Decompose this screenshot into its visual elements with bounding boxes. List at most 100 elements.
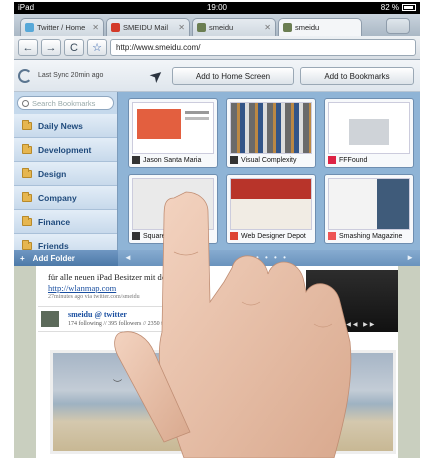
page-dots: • • • • (256, 253, 288, 262)
plus-icon: + (20, 253, 25, 263)
profile-name[interactable]: smeidu @ twitter (68, 310, 127, 319)
bookmark-preview (230, 178, 312, 230)
bird-icon: ︶ (113, 379, 123, 389)
bookmark-title: FFFound (339, 156, 368, 164)
tab-smeidu-active[interactable]: smeidu (278, 18, 362, 36)
bookmark-title: Squaresp (143, 232, 173, 240)
bookmark-preview (132, 178, 214, 230)
bookmark-grid: Jason Santa Maria Visual Complexity FFFo… (126, 98, 418, 248)
bookmark-preview (328, 102, 410, 154)
bookmark-title: Web Designer Depot (241, 232, 306, 240)
site-favicon-icon (230, 232, 238, 240)
video-player[interactable]: ▶ ◀◀ ▶▶ (306, 270, 398, 332)
bookmark-preview (230, 102, 312, 154)
bookmark-visual-complexity[interactable]: Visual Complexity (226, 98, 316, 168)
add-to-home-screen-button[interactable]: Add to Home Screen (172, 67, 294, 85)
navigation-bar: ← → C ☆ http://www.smeidu.com/ (14, 36, 420, 60)
forward-button[interactable]: → (41, 39, 61, 56)
back-button[interactable]: ← (18, 39, 38, 56)
bookmark-caption: Squaresp (132, 231, 215, 241)
close-icon[interactable]: ✕ (92, 23, 99, 32)
bookmark-web-designer-depot[interactable]: Web Designer Depot (226, 174, 316, 244)
webpage-background: für alle neuen iPad Besitzer mit der htt… (14, 266, 420, 458)
bookmark-preview (132, 102, 214, 154)
folder-icon (22, 215, 32, 226)
tab-mail[interactable]: SMEIDU Mail ✕ (106, 18, 190, 36)
search-placeholder: Search Bookmarks (32, 98, 96, 108)
tab-smeidu[interactable]: smeidu ✕ (192, 18, 276, 36)
tweet-link[interactable]: http://wlanmap.com (48, 283, 116, 293)
folder-icon (22, 167, 32, 178)
close-icon[interactable]: ✕ (264, 23, 271, 32)
bookmark-smashing-magazine[interactable]: Smashing Magazine (324, 174, 414, 244)
next-page-icon[interactable]: ► (406, 253, 414, 262)
bookmark-title: Visual Complexity (241, 156, 297, 164)
arrow-icon: ➤ (146, 65, 168, 88)
bookmark-title: Jason Santa Maria (143, 156, 202, 164)
bookmark-ffffound[interactable]: FFFound (324, 98, 414, 168)
site-favicon-icon (328, 156, 336, 164)
site-favicon-icon (230, 156, 238, 164)
folder-finance[interactable]: Finance (14, 210, 117, 234)
tab-strip: Twitter / Home ✕ SMEIDU Mail ✕ smeidu ✕ … (14, 14, 420, 36)
bookmark-caption: FFFound (328, 155, 411, 165)
new-tab-button[interactable] (386, 18, 410, 34)
reload-button[interactable]: C (64, 39, 84, 56)
site-favicon-icon (132, 156, 140, 164)
sync-bar: Last Sync 20min ago ➤ Add to Home Screen… (14, 60, 420, 92)
ipad-screen: iPad 19:00 82 % Twitter / Home ✕ SMEIDU … (14, 2, 420, 458)
video-controls-icon[interactable]: ▶ ◀◀ ▶▶ (336, 321, 376, 328)
beach-photo: ︶ (50, 350, 396, 454)
folder-icon (22, 119, 32, 130)
tab-label: smeidu (295, 23, 320, 32)
bookmark-caption: Web Designer Depot (230, 231, 313, 241)
folder-development[interactable]: Development (14, 138, 117, 162)
bookmark-title: Smashing Magazine (339, 232, 403, 240)
folder-label: Development (38, 144, 92, 155)
bookmark-caption: Jason Santa Maria (132, 155, 215, 165)
folder-sidebar: Search Bookmarks Daily News Development … (14, 92, 118, 266)
bookmark-caption: Visual Complexity (230, 155, 313, 165)
battery-percent: 82 % (380, 3, 399, 12)
tweet-text: für alle neuen iPad Besitzer mit der (48, 272, 169, 282)
close-icon[interactable]: ✕ (178, 23, 185, 32)
add-to-bookmarks-button[interactable]: Add to Bookmarks (300, 67, 414, 85)
battery-status: 82 % (381, 3, 416, 12)
add-folder-button[interactable]: + Add Folder (14, 250, 118, 266)
folder-label: Finance (38, 216, 71, 227)
folder-company[interactable]: Company (14, 186, 117, 210)
folder-daily-news[interactable]: Daily News (14, 114, 117, 138)
folder-icon (22, 191, 32, 202)
search-icon (22, 99, 29, 107)
bookmark-jason-santa-maria[interactable]: Jason Santa Maria (128, 98, 218, 168)
folder-icon (22, 239, 32, 250)
tweet-meta: 27minutes ago via twitter.com/smeidu (48, 294, 140, 300)
clock: 19:00 (206, 3, 228, 12)
bookmark-star-button[interactable]: ☆ (87, 39, 107, 56)
site-favicon-icon (132, 232, 140, 240)
folder-design[interactable]: Design (14, 162, 117, 186)
sync-icon[interactable] (18, 68, 32, 83)
site-favicon-icon (328, 232, 336, 240)
url-field[interactable]: http://www.smeidu.com/ (110, 39, 416, 56)
folder-icon (22, 143, 32, 154)
battery-icon (402, 4, 416, 11)
bookmark-preview (328, 178, 410, 230)
previous-page-icon[interactable]: ◄ (124, 253, 132, 262)
smeidu-favicon-icon (283, 23, 292, 32)
add-folder-label: Add Folder (32, 253, 75, 263)
folder-label: Design (38, 168, 67, 179)
folder-label: Daily News (38, 120, 83, 131)
bookmark-caption: Smashing Magazine (328, 231, 411, 241)
bookmark-squarespace[interactable]: Squaresp (128, 174, 218, 244)
search-input[interactable]: Search Bookmarks (17, 96, 114, 110)
bookmark-pager: ◄ • • • • ► (118, 250, 420, 266)
tab-label: SMEIDU Mail (123, 23, 169, 32)
last-sync-label: Last Sync 20min ago (38, 72, 104, 79)
twitter-favicon-icon (25, 23, 34, 32)
tab-label: smeidu (209, 23, 234, 32)
webpage-content: für alle neuen iPad Besitzer mit der htt… (36, 266, 398, 458)
tab-twitter[interactable]: Twitter / Home ✕ (20, 18, 104, 36)
folder-label: Friends (38, 240, 69, 251)
smeidu-favicon-icon (197, 23, 206, 32)
